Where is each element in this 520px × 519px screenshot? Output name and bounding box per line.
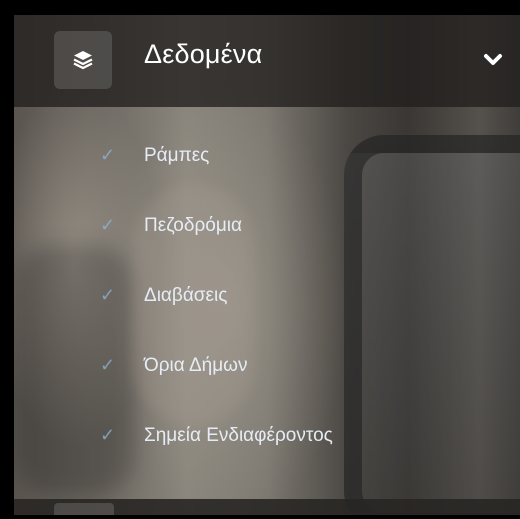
layer-item-label: Ράμπες — [144, 145, 210, 166]
layer-item-points-of-interest[interactable]: ✓ Σημεία Ενδιαφέροντος — [14, 407, 520, 467]
layers-panel: Δεδομένα ✓ Ράμπες ✓ Πεζοδρόμια ✓ Διαβάσε… — [14, 15, 520, 515]
check-icon: ✓ — [100, 425, 116, 445]
layer-item-label: Πεζοδρόμια — [144, 215, 242, 236]
layer-item-sidewalks[interactable]: ✓ Πεζοδρόμια — [14, 197, 520, 257]
layer-item-municipal-boundaries[interactable]: ✓ Όρια Δήμων — [14, 337, 520, 397]
check-icon: ✓ — [100, 145, 116, 165]
screenshot-frame: Δεδομένα ✓ Ράμπες ✓ Πεζοδρόμια ✓ Διαβάσε… — [0, 0, 520, 519]
next-section-button[interactable] — [54, 503, 114, 515]
layers-icon — [73, 51, 93, 70]
check-icon: ✓ — [100, 285, 116, 305]
next-section-header[interactable] — [14, 499, 520, 515]
chevron-down-icon — [484, 54, 502, 65]
layer-item-crossings[interactable]: ✓ Διαβάσεις — [14, 267, 520, 327]
header-title: Δεδομένα — [144, 39, 263, 69]
layer-item-ramps[interactable]: ✓ Ράμπες — [14, 127, 520, 187]
layer-item-label: Όρια Δήμων — [144, 355, 248, 376]
check-icon: ✓ — [100, 355, 116, 375]
check-icon: ✓ — [100, 215, 116, 235]
layer-item-label: Σημεία Ενδιαφέροντος — [144, 425, 333, 446]
layer-item-label: Διαβάσεις — [144, 285, 228, 306]
layers-button[interactable] — [54, 31, 112, 89]
data-panel-header[interactable]: Δεδομένα — [14, 15, 520, 107]
collapse-toggle[interactable] — [481, 51, 505, 69]
